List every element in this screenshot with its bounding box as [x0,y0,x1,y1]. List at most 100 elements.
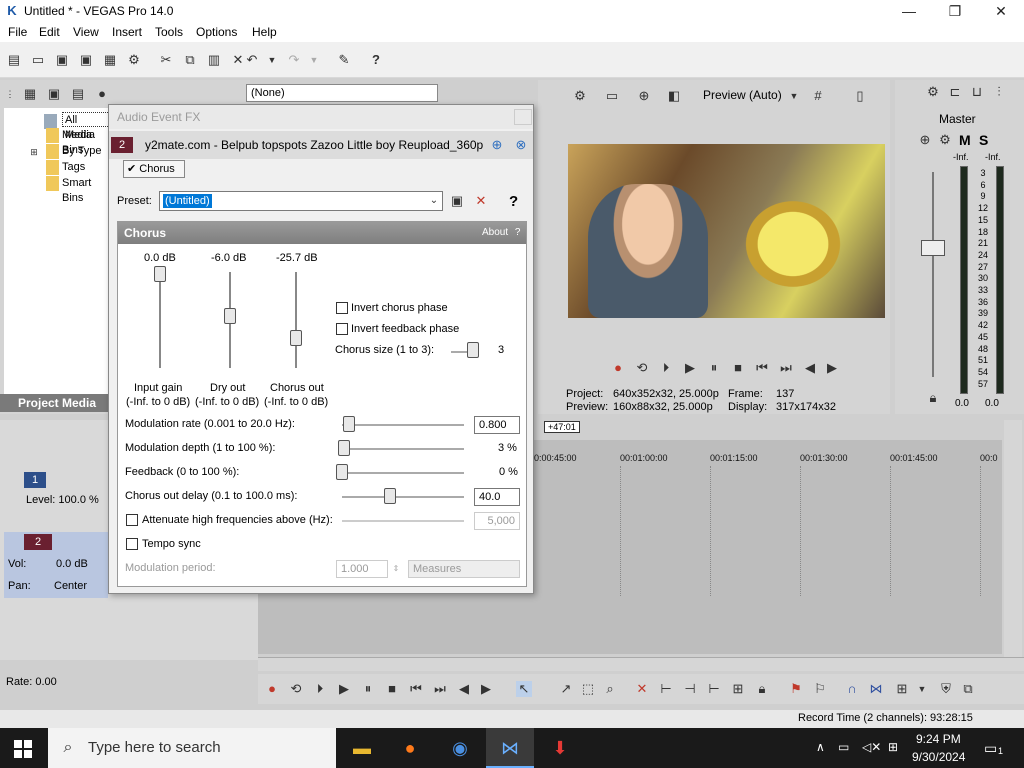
track2-vol-value[interactable]: 0.0 dB [56,558,88,570]
import-media-icon[interactable]: ▦ [22,86,38,102]
invert-feedback-phase-checkbox[interactable] [336,323,348,335]
feedback-slider[interactable] [336,464,348,480]
modulation-period-input[interactable]: 1.000 [336,560,388,578]
downloader-icon[interactable]: ⬇ [536,728,584,768]
chorus-out-delay-slider[interactable] [384,488,396,504]
chrome-icon[interactable]: ◉ [436,728,484,768]
master-settings-icon[interactable]: ⚙ [937,132,953,148]
tree-smart-bins[interactable]: Smart Bins [62,176,112,204]
tree-by-type[interactable]: By Type [62,144,102,159]
invert-feedback-phase-label[interactable]: Invert feedback phase [351,323,459,335]
auto-crossfade-icon[interactable]: ⋈ [868,681,884,697]
normal-edit-tool-icon[interactable]: ↖ [516,681,532,697]
redo-icon[interactable]: ↷ [286,52,302,68]
get-media-icon[interactable]: ▤ [70,86,86,102]
tree-media-bins[interactable]: Media Bins [62,128,112,156]
next-frame-icon[interactable]: ▶ [824,360,840,376]
volume-muted-icon[interactable]: ◁✕ [862,740,881,754]
remove-plugin-icon[interactable]: ⊗ [513,137,529,153]
render-icon[interactable]: ▦ [102,52,118,68]
modulation-rate-slider[interactable] [343,416,355,432]
menu-insert[interactable]: Insert [112,25,142,39]
maximize-button[interactable]: ❐ [932,0,978,22]
ripple-edit-icon[interactable]: ⊞ [894,681,910,697]
expand-icon[interactable]: ⊞ [26,144,42,160]
time-ruler[interactable]: 0:00:45:00 00:01:00:00 00:01:15:00 00:01… [534,448,1002,466]
record-icon[interactable]: ● [610,360,626,376]
view-preset-dropdown[interactable]: (None) [246,84,438,102]
plugin-manager-icon[interactable]: ✎ [336,52,352,68]
properties-icon[interactable]: ⚙ [572,88,588,104]
snap-icon[interactable]: ∩ [844,681,860,697]
lock-envelopes-icon[interactable]: ⛨ [938,681,954,697]
dialog-close-button[interactable] [514,109,532,125]
preview-quality-dropdown[interactable]: Preview (Auto) [703,88,782,102]
selection-tool-icon[interactable]: ⬚ [580,681,596,697]
delete-preset-icon[interactable]: ✕ [473,193,489,209]
master-fader[interactable] [921,240,945,256]
capture-icon[interactable]: ▣ [46,86,62,102]
chorus-size-slider[interactable] [467,342,479,358]
menu-tools[interactable]: Tools [155,25,183,39]
stop-icon[interactable]: ■ [384,681,400,697]
region-icon[interactable]: ⚐ [812,681,828,697]
trim-end-icon[interactable]: ⊢ [706,681,722,697]
input-gain-slider[interactable] [154,266,166,282]
properties-icon[interactable]: ⚙ [126,52,142,68]
trim-icon[interactable]: ⊢ [658,681,674,697]
modulation-rate-input[interactable]: 0.800 [474,416,520,434]
attenuate-high-freq-checkbox[interactable] [126,514,138,526]
menu-options[interactable]: Options [196,25,237,39]
clock-date[interactable]: 9/30/2024 [912,750,965,764]
tempo-sync-label[interactable]: Tempo sync [142,538,201,550]
lock-icon[interactable]: 🔒︎ [754,681,770,697]
chorus-out-slider[interactable] [290,330,302,346]
redo-dropdown-icon[interactable]: ▼ [306,52,322,68]
attenuate-input[interactable]: 5,000 [474,512,520,530]
minimize-button[interactable]: — [886,0,932,22]
tray-expand-icon[interactable]: ∧ [816,740,825,754]
master-fx-icon[interactable]: ⚙ [925,84,941,100]
ripple-dropdown-icon[interactable]: ▼ [914,681,930,697]
project-media-tab[interactable]: Project Media [0,394,110,412]
pause-icon[interactable]: ⏸ [706,360,722,376]
horizontal-scrollbar[interactable] [258,657,1024,671]
chorus-out-delay-input[interactable]: 40.0 [474,488,520,506]
trim-start-icon[interactable]: ⊣ [682,681,698,697]
taskbar-search-box[interactable]: ⌕ Type here to search [48,728,336,768]
go-to-end-icon[interactable]: ⏭ [432,681,448,697]
language-icon[interactable]: ⊞ [888,740,898,754]
attenuate-high-freq-label[interactable]: Attenuate high frequencies above (Hz): [142,514,333,526]
go-to-end-icon[interactable]: ⏭ [778,360,794,376]
spinner-icon[interactable]: ⇕ [388,561,404,577]
clock-time[interactable]: 9:24 PM [916,732,961,746]
firefox-icon[interactable]: ● [386,728,434,768]
chorus-chain-item[interactable]: ✔ Chorus [123,160,185,178]
play-from-start-icon[interactable]: ⏵ [658,360,674,376]
tree-tags[interactable]: Tags [62,160,85,175]
about-button[interactable]: About ? [482,222,520,244]
network-icon[interactable]: ▭ [838,740,849,754]
copy-snapshot-icon[interactable]: ▯ [852,88,868,104]
dim-icon[interactable]: ⊔ [969,84,985,100]
tree-all-media[interactable]: All Media [62,112,112,141]
menu-help[interactable]: Help [252,25,277,39]
help-button[interactable]: ? [509,193,518,210]
record-icon[interactable]: ● [264,681,280,697]
whats-this-help-icon[interactable]: ? [368,52,384,68]
prev-frame-icon[interactable]: ◀ [456,681,472,697]
envelope-tool-icon[interactable]: ↗ [558,681,574,697]
marker-icon[interactable]: ⚑ [788,681,804,697]
downmix-icon[interactable]: ⊏ [947,84,963,100]
next-frame-icon[interactable]: ▶ [478,681,494,697]
delete-icon[interactable]: ✕ [634,681,650,697]
grid-icon[interactable]: # [810,88,826,104]
save-as-icon[interactable]: ▣ [78,52,94,68]
split-screen-icon[interactable]: ⊕ [636,88,652,104]
external-monitor-icon[interactable]: ▭ [604,88,620,104]
save-icon[interactable]: ▣ [54,52,70,68]
menu-view[interactable]: View [73,25,99,39]
web-media-icon[interactable]: ● [94,86,110,102]
panel-grip-icon[interactable]: ⋮ [2,86,18,102]
mute-button[interactable]: M [959,132,971,148]
